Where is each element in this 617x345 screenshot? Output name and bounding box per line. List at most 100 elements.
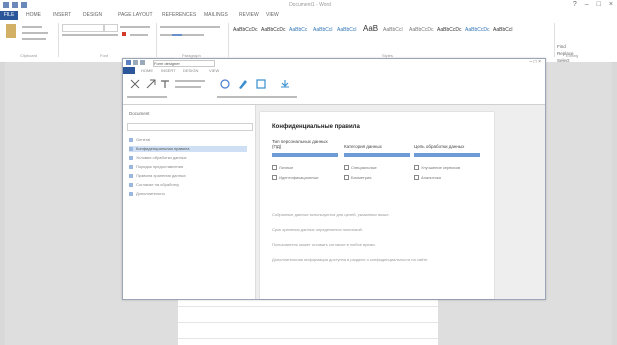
- settings-icon[interactable]: [219, 78, 231, 90]
- preview-icon[interactable]: [255, 78, 267, 90]
- column-header-data-type: Тип персональных данных (ПД): [272, 139, 328, 149]
- column-header-purpose: Цель обработки данных: [414, 144, 465, 149]
- save-icon[interactable]: [12, 2, 18, 8]
- checkbox[interactable]: [344, 165, 349, 170]
- export-icon[interactable]: [279, 78, 291, 90]
- tab-references[interactable]: REFERENCES: [162, 12, 196, 18]
- style-intense[interactable]: AaBbCcDc: [465, 27, 489, 33]
- form-page: Конфиденциальные правила Тип персональны…: [260, 112, 494, 299]
- style-subtitle[interactable]: AaBbCcI: [383, 27, 403, 33]
- style-heading3[interactable]: AaBbCcl: [337, 27, 356, 33]
- outline-item[interactable]: Правила хранения данных: [129, 173, 247, 179]
- group-label-font: Font: [100, 53, 109, 58]
- ribbon: Clipboard Font Paragraph AaBbCcDc AaBbCc…: [0, 20, 617, 63]
- style-no-spacing[interactable]: AaBbCcDc: [261, 27, 285, 33]
- outline-item[interactable]: Порядок предоставления: [129, 164, 247, 170]
- checkbox[interactable]: [272, 175, 277, 180]
- page-icon: [129, 183, 133, 187]
- tab-page-layout[interactable]: PAGE LAYOUT: [118, 12, 153, 18]
- designer-tab-insert[interactable]: INSERT: [161, 68, 176, 73]
- checkbox[interactable]: [414, 175, 419, 180]
- ribbon-tabs: FILE HOME INSERT DESIGN PAGE LAYOUT REFE…: [0, 11, 617, 20]
- font-name-select[interactable]: [62, 24, 104, 32]
- tab-view[interactable]: VIEW: [266, 12, 279, 18]
- designer-ribbon: [123, 74, 545, 105]
- outline-search-input[interactable]: [127, 123, 253, 131]
- window-controls: ? – □ ×: [573, 1, 613, 8]
- folder-icon: [129, 138, 133, 142]
- outline-item[interactable]: General: [129, 137, 247, 143]
- designer-window: Form designer – □ × HOME INSERT DESIGN V…: [122, 58, 546, 300]
- style-heading1[interactable]: AaBbCc: [289, 27, 307, 33]
- app-icon: [126, 60, 131, 65]
- tab-mailings[interactable]: MAILINGS: [204, 12, 228, 18]
- outline-item-selected[interactable]: Конфиденциальная правила: [129, 146, 247, 152]
- designer-tab-design[interactable]: DESIGN: [183, 68, 198, 73]
- style-normal[interactable]: AaBbCcDc: [233, 27, 257, 33]
- selected-field-bar[interactable]: [344, 153, 410, 157]
- column-header-category: Категория данных: [344, 144, 382, 149]
- style-title[interactable]: AaB: [363, 24, 378, 33]
- checkbox-label: Улучшение сервисов: [421, 165, 461, 170]
- designer-tab-home[interactable]: HOME: [141, 68, 153, 73]
- quick-access-toolbar: [3, 2, 27, 8]
- body-paragraph: Собранные данные используются для целей,…: [272, 212, 390, 217]
- tab-file[interactable]: FILE: [0, 11, 18, 20]
- checkbox-label: Биометрия: [351, 175, 372, 180]
- page-icon: [129, 174, 133, 178]
- save-icon[interactable]: [133, 60, 138, 65]
- format-icon[interactable]: [159, 78, 171, 90]
- design-surface: Конфиденциальные правила Тип персональны…: [256, 105, 545, 299]
- word-logo-icon: [3, 2, 9, 8]
- checkbox-label: Личные: [279, 165, 294, 170]
- style-heading2[interactable]: AaBbCcl: [313, 27, 332, 33]
- checkbox[interactable]: [272, 165, 277, 170]
- style-strong[interactable]: AaBbCcl: [493, 27, 512, 33]
- tab-insert[interactable]: INSERT: [53, 12, 71, 18]
- page-icon: [129, 165, 133, 169]
- undo-icon[interactable]: [140, 60, 145, 65]
- checkbox-label: Специальные: [351, 165, 377, 170]
- font-size-select[interactable]: [104, 24, 118, 32]
- tab-design[interactable]: DESIGN: [83, 12, 102, 18]
- designer-tab-file[interactable]: [123, 67, 135, 74]
- edit-icon[interactable]: [237, 78, 249, 90]
- page-icon: [129, 156, 133, 160]
- window-title: Document1 - Word: [289, 2, 331, 8]
- checkbox[interactable]: [344, 175, 349, 180]
- find-button[interactable]: Find: [557, 44, 611, 49]
- outline-item[interactable]: Дополнительно: [129, 191, 247, 197]
- outline-panel: Document General Конфиденциальная правил…: [123, 105, 256, 299]
- body-paragraph: Пользователь может отозвать согласие в л…: [272, 242, 376, 247]
- font-color-icon[interactable]: [122, 32, 126, 36]
- style-emphasis[interactable]: AaBbCcDc: [437, 27, 461, 33]
- page-icon: [129, 192, 133, 196]
- close-icon[interactable]: ×: [609, 1, 613, 8]
- cut-icon[interactable]: [129, 78, 141, 90]
- undo-icon[interactable]: [21, 2, 27, 8]
- designer-tab-view[interactable]: VIEW: [209, 68, 219, 73]
- paste-icon[interactable]: [6, 24, 16, 38]
- minimize-icon[interactable]: –: [585, 1, 589, 8]
- document-page-below: [178, 300, 438, 345]
- designer-title: Form designer: [153, 60, 215, 67]
- page-icon: [129, 147, 133, 151]
- maximize-icon[interactable]: □: [597, 1, 601, 8]
- group-label-editing: Editing: [566, 53, 579, 58]
- designer-close-icon[interactable]: – □ ×: [530, 59, 542, 65]
- style-subtle-emphasis[interactable]: AaBbCcDc: [409, 27, 433, 33]
- panel-header: Document: [129, 111, 150, 116]
- styles-gallery[interactable]: AaBbCcDc AaBbCcDc AaBbCc AaBbCcl AaBbCcl…: [231, 24, 551, 46]
- outline-item[interactable]: Согласие на обработку: [129, 182, 247, 188]
- tab-review[interactable]: REVIEW: [239, 12, 259, 18]
- tab-home[interactable]: HOME: [26, 12, 41, 18]
- selected-field-bar[interactable]: [414, 153, 480, 157]
- selected-field-bar[interactable]: [272, 153, 338, 157]
- arrow-icon[interactable]: [145, 78, 157, 90]
- outline-item[interactable]: Условия обработки данных: [129, 155, 247, 161]
- page-title: Конфиденциальные правила: [272, 124, 360, 130]
- checkbox[interactable]: [414, 165, 419, 170]
- checkbox-label: Идентификационные: [279, 175, 319, 180]
- help-icon[interactable]: ?: [573, 1, 577, 8]
- body-paragraph: Дополнительная информация доступна в раз…: [272, 257, 429, 262]
